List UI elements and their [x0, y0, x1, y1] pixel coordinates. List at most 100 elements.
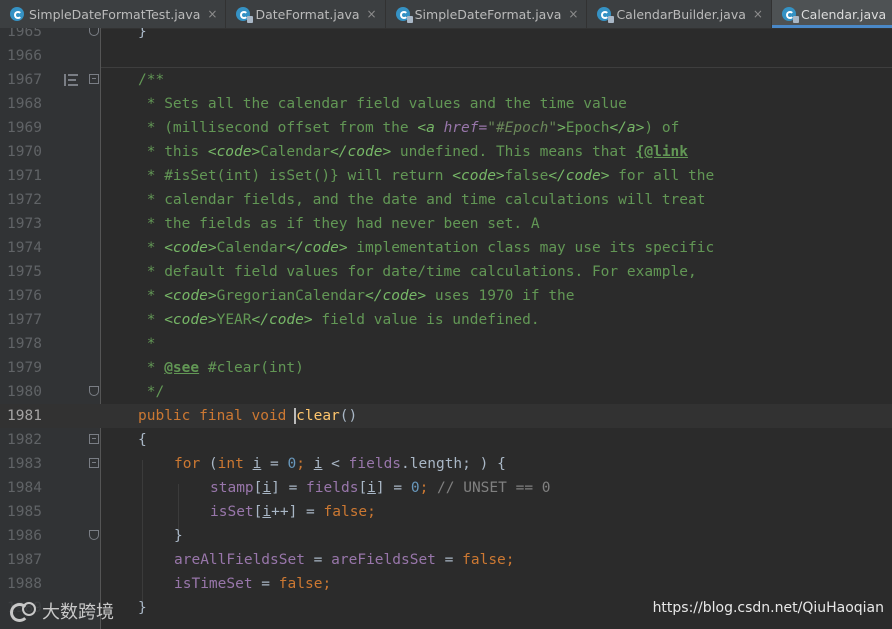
comment-text: #clear(int): [199, 360, 304, 376]
code-text: =: [304, 552, 332, 568]
html-tag: </code>: [548, 168, 610, 184]
tab-dateformat[interactable]: DateFormat.java ×: [226, 0, 386, 28]
field: stamp: [210, 480, 254, 496]
code-line-1979[interactable]: 1979 * @see #clear(int): [0, 356, 892, 380]
keyword: false: [462, 552, 506, 568]
code-line-1972[interactable]: 1972 * calendar fields, and the date and…: [0, 188, 892, 212]
line-number: 1972: [7, 192, 42, 208]
code-line-1983[interactable]: 1983 for (int i = 0; i < fields.length; …: [0, 452, 892, 476]
watermark-brand: 大数跨境: [10, 598, 114, 624]
code-line-1981-current[interactable]: 1981 public final void clear(): [0, 404, 892, 428]
code-line-1965[interactable]: 1965 }: [0, 28, 892, 44]
code-text: =: [435, 552, 463, 568]
code-text: ;: [367, 504, 376, 520]
line-number: 1967: [7, 72, 42, 88]
tab-label: DateFormat.java: [255, 6, 360, 22]
line-number: 1965: [7, 28, 42, 40]
comment-text: Epoch: [565, 120, 610, 136]
javadoc-link[interactable]: {@link: [636, 144, 688, 160]
code-line-1985[interactable]: 1985 isSet[i++] = false;: [0, 500, 892, 524]
fold-start-icon[interactable]: [89, 458, 99, 468]
close-icon[interactable]: ×: [367, 7, 377, 21]
render-doc-icon[interactable]: [64, 74, 78, 86]
html-attr: href=: [443, 120, 488, 136]
code-line-1980[interactable]: 1980 */: [0, 380, 892, 404]
fold-end-icon[interactable]: [89, 28, 99, 36]
brand-logo-icon: [10, 601, 36, 622]
close-icon[interactable]: ×: [568, 7, 578, 21]
fold-start-icon[interactable]: [89, 434, 99, 444]
tab-label: Calendar.java: [800, 6, 887, 22]
tab-simpledateformat[interactable]: SimpleDateFormat.java ×: [386, 0, 588, 28]
code-text: .length; ) {: [401, 456, 506, 472]
code-line-1975[interactable]: 1975 * default field values for date/tim…: [0, 260, 892, 284]
comment-text: /**: [138, 72, 165, 88]
code-line-1982[interactable]: 1982 {: [0, 428, 892, 452]
fold-start-icon[interactable]: [89, 74, 99, 84]
code-line-1984[interactable]: 1984 stamp[i] = fields[i] = 0; // UNSET …: [0, 476, 892, 500]
line-number: 1986: [7, 528, 42, 544]
comment-text: * calendar fields, and the date and time…: [138, 192, 706, 208]
code-line-1987[interactable]: 1987 areAllFieldsSet = areFieldsSet = fa…: [0, 548, 892, 572]
code-line-1988[interactable]: 1988 isTimeSet = false;: [0, 572, 892, 596]
html-tag: <code>: [164, 288, 217, 304]
line-number: 1974: [7, 240, 42, 256]
tab-calendarbuilder[interactable]: CalendarBuilder.java ×: [587, 0, 772, 28]
line-number: 1978: [7, 336, 42, 352]
fold-end-icon[interactable]: [89, 386, 99, 396]
keyword: false: [278, 576, 323, 592]
comment-text: Calendar: [260, 144, 331, 160]
code-text: ] =: [271, 480, 307, 496]
code-text: (): [339, 408, 358, 424]
code-line-1976[interactable]: 1976 * <code>GregorianCalendar</code> us…: [0, 284, 892, 308]
variable: i: [262, 504, 272, 520]
tab-label: SimpleDateFormat.java: [414, 6, 562, 22]
line-number: 1981: [7, 408, 42, 424]
comment-text: * Sets all the calendar field values and…: [138, 96, 627, 112]
comment-text: implementation class may use its specifi…: [347, 240, 715, 256]
code-text: (: [208, 456, 218, 472]
code-line-1966[interactable]: 1966: [0, 44, 892, 68]
code-line-1973[interactable]: 1973 * the fields as if they had never b…: [0, 212, 892, 236]
field: areAllFieldsSet: [174, 552, 305, 568]
code-editor[interactable]: 1965 } 1966 1967 /** 1968 * Sets all the…: [0, 28, 892, 629]
code-text: =: [252, 576, 279, 592]
comment-text: */: [138, 384, 165, 400]
number-literal: 0: [410, 480, 420, 496]
close-icon[interactable]: ×: [753, 7, 763, 21]
method-name[interactable]: clear: [294, 408, 340, 424]
code-text: }: [138, 28, 147, 40]
code-line-1970[interactable]: 1970 * this <code>Calendar</code> undefi…: [0, 140, 892, 164]
code-line-1986[interactable]: 1986 }: [0, 524, 892, 548]
code-line-1974[interactable]: 1974 * <code>Calendar</code> implementat…: [0, 236, 892, 260]
code-text: [: [358, 480, 368, 496]
fold-end-icon[interactable]: [89, 530, 99, 540]
code-line-1977[interactable]: 1977 * <code>YEAR</code> field value is …: [0, 308, 892, 332]
code-line-1969[interactable]: 1969 * (millisecond offset from the <a h…: [0, 116, 892, 140]
line-number: 1976: [7, 288, 42, 304]
code-line-1968[interactable]: 1968 * Sets all the calendar field value…: [0, 92, 892, 116]
java-class-readonly-icon: [395, 7, 413, 23]
html-tag: <code>: [452, 168, 505, 184]
code-text: ;: [322, 576, 332, 592]
code-line-1967[interactable]: 1967 /**: [0, 68, 892, 92]
code-text: ;: [505, 552, 515, 568]
comment-text: *: [138, 312, 165, 328]
close-icon[interactable]: ×: [207, 7, 217, 21]
line-number: 1968: [7, 96, 42, 112]
code-line-1971[interactable]: 1971 * #isSet(int) isSet()} will return …: [0, 164, 892, 188]
comment-text: *: [138, 288, 165, 304]
comment-text: *: [138, 336, 156, 352]
java-class-readonly-icon: [236, 7, 254, 23]
code-line-1978[interactable]: 1978 *: [0, 332, 892, 356]
keyword: for: [174, 456, 209, 472]
line-number: 1977: [7, 312, 42, 328]
line-number: 1980: [7, 384, 42, 400]
tab-calendar[interactable]: Calendar.java ×: [771, 0, 892, 28]
comment-text: *: [138, 240, 165, 256]
comment-text: undefined. This means that: [391, 144, 636, 160]
field: isTimeSet: [174, 576, 253, 592]
html-tag: <code>: [164, 240, 217, 256]
tab-simpledateformattest[interactable]: SimpleDateFormatTest.java ×: [0, 0, 227, 28]
html-attr-value: "#Epoch": [487, 120, 558, 136]
